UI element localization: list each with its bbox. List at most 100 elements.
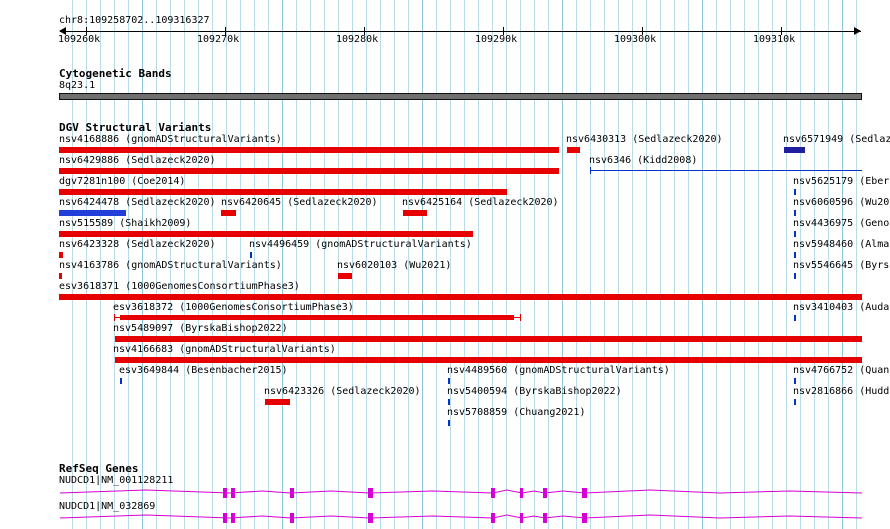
- gridline: [688, 0, 689, 529]
- exon: [231, 513, 235, 523]
- variant-bar[interactable]: [338, 273, 352, 279]
- variant-label[interactable]: nsv6420645 (Sedlazeck2020): [221, 197, 378, 209]
- variant-label[interactable]: nsv5708859 (Chuang2021): [447, 407, 585, 419]
- variant-bar[interactable]: [250, 252, 252, 258]
- genome-browser-view[interactable]: chr8:109258702..109316327 109260k 109270…: [0, 0, 890, 529]
- gridline: [520, 0, 521, 529]
- variant-label[interactable]: dgv7281n100 (Coe2014): [59, 176, 185, 188]
- variant-bar[interactable]: [794, 378, 796, 384]
- variant-label[interactable]: nsv5625179 (Eber: [793, 176, 889, 188]
- variant-label[interactable]: nsv4436975 (Geno: [793, 218, 889, 230]
- variant-bar[interactable]: [59, 189, 507, 195]
- exon: [543, 488, 547, 498]
- variant-label[interactable]: nsv515589 (Shaikh2009): [59, 218, 191, 230]
- variant-label[interactable]: nsv6060596 (Wu20: [793, 197, 889, 209]
- variant-label[interactable]: nsv4163786 (gnomADStructuralVariants): [59, 260, 282, 272]
- exon: [290, 513, 294, 523]
- variant-label[interactable]: nsv6423328 (Sedlazeck2020): [59, 239, 216, 251]
- variant-bar[interactable]: [794, 210, 796, 216]
- variant-label[interactable]: nsv5546645 (Byrs: [793, 260, 889, 272]
- variant-label[interactable]: nsv6346 (Kidd2008): [589, 155, 697, 167]
- variant-bar[interactable]: [448, 420, 450, 426]
- ruler-tick-label: 109270k: [197, 34, 240, 45]
- cytogenetic-track-title: Cytogenetic Bands: [59, 67, 172, 80]
- variant-bar[interactable]: [794, 231, 796, 237]
- variant-bar[interactable]: [794, 315, 796, 321]
- variant-bar[interactable]: [403, 210, 427, 216]
- variant-label[interactable]: nsv6020103 (Wu2021): [337, 260, 451, 272]
- variant-label[interactable]: nsv4489560 (gnomADStructuralVariants): [447, 365, 670, 377]
- variant-line-cap: [590, 167, 591, 174]
- gridline: [562, 0, 563, 529]
- ruler-tick-label: 109260k: [58, 34, 101, 45]
- variant-bar[interactable]: [59, 294, 862, 300]
- gridline: [660, 0, 661, 529]
- gridline: [674, 0, 675, 529]
- cyto-band[interactable]: [59, 93, 862, 100]
- gridline: [618, 0, 619, 529]
- intron-line: [59, 514, 863, 519]
- variant-bar[interactable]: [265, 399, 290, 405]
- variant-bar[interactable]: [115, 357, 862, 363]
- variant-bar[interactable]: [794, 399, 796, 405]
- variant-bar[interactable]: [59, 210, 126, 216]
- cyto-band-label: 8q23.1: [59, 80, 96, 91]
- exon: [491, 488, 495, 498]
- variant-label[interactable]: nsv5400594 (ByrskaBishop2022): [447, 386, 622, 398]
- variant-bar[interactable]: [59, 273, 62, 279]
- gridline: [296, 0, 297, 529]
- variant-bar[interactable]: [794, 273, 796, 279]
- variant-bar[interactable]: [221, 210, 236, 216]
- gridline: [730, 0, 731, 529]
- variant-label[interactable]: nsv6423326 (Sedlazeck2020): [264, 386, 421, 398]
- variant-bar[interactable]: [448, 399, 450, 405]
- variant-label[interactable]: nsv6425164 (Sedlazeck2020): [402, 197, 559, 209]
- variant-cap: [520, 314, 521, 321]
- variant-bar[interactable]: [115, 336, 862, 342]
- exon: [231, 488, 235, 498]
- exon: [582, 513, 587, 523]
- variant-label[interactable]: nsv6571949 (Sedlaz: [783, 134, 890, 146]
- gridline: [758, 0, 759, 529]
- gridline: [716, 0, 717, 529]
- gridline: [576, 0, 577, 529]
- variant-bar[interactable]: [59, 252, 63, 258]
- variant-label[interactable]: nsv2816866 (Hudd: [793, 386, 889, 398]
- variant-bar[interactable]: [794, 189, 796, 195]
- transcript-model[interactable]: [0, 511, 890, 525]
- gridline: [492, 0, 493, 529]
- exon: [368, 488, 373, 498]
- variant-label[interactable]: esv3618371 (1000GenomesConsortiumPhase3): [59, 281, 300, 293]
- variant-label[interactable]: nsv4766752 (Quan: [793, 365, 889, 377]
- variant-label[interactable]: esv3618372 (1000GenomesConsortiumPhase3): [113, 302, 354, 314]
- variant-label[interactable]: esv3649844 (Besenbacher2015): [119, 365, 288, 377]
- variant-bar[interactable]: [448, 378, 450, 384]
- variant-label[interactable]: nsv5489097 (ByrskaBishop2022): [113, 323, 288, 335]
- exon: [520, 488, 523, 498]
- variant-bar[interactable]: [567, 147, 580, 153]
- exon: [582, 488, 587, 498]
- variant-label[interactable]: nsv6430313 (Sedlazeck2020): [566, 134, 723, 146]
- gridline: [506, 0, 507, 529]
- variant-label[interactable]: nsv4496459 (gnomADStructuralVariants): [249, 239, 472, 251]
- variant-bar[interactable]: [59, 231, 473, 237]
- variant-cap: [114, 314, 115, 321]
- variant-label[interactable]: nsv4166683 (gnomADStructuralVariants): [113, 344, 336, 356]
- variant-label[interactable]: nsv6424478 (Sedlazeck2020): [59, 197, 216, 209]
- ruler-right-arrow-icon[interactable]: [854, 27, 861, 35]
- variant-bar[interactable]: [120, 315, 514, 320]
- variant-bar[interactable]: [59, 168, 559, 174]
- ruler-tick-label: 109280k: [336, 34, 379, 45]
- variant-label[interactable]: nsv4168886 (gnomADStructuralVariants): [59, 134, 282, 146]
- ruler-tick-label: 109310k: [753, 34, 796, 45]
- variant-bar[interactable]: [120, 378, 122, 384]
- variant-line[interactable]: [590, 170, 862, 171]
- variant-label[interactable]: nsv6429886 (Sedlazeck2020): [59, 155, 216, 167]
- variant-label[interactable]: nsv3410403 (Auda: [793, 302, 889, 314]
- variant-bar[interactable]: [794, 252, 796, 258]
- variant-bar[interactable]: [59, 147, 559, 153]
- variant-bar[interactable]: [784, 147, 805, 153]
- transcript-model[interactable]: [0, 486, 890, 500]
- variant-label[interactable]: nsv5948460 (Alma: [793, 239, 889, 251]
- gridline: [310, 0, 311, 529]
